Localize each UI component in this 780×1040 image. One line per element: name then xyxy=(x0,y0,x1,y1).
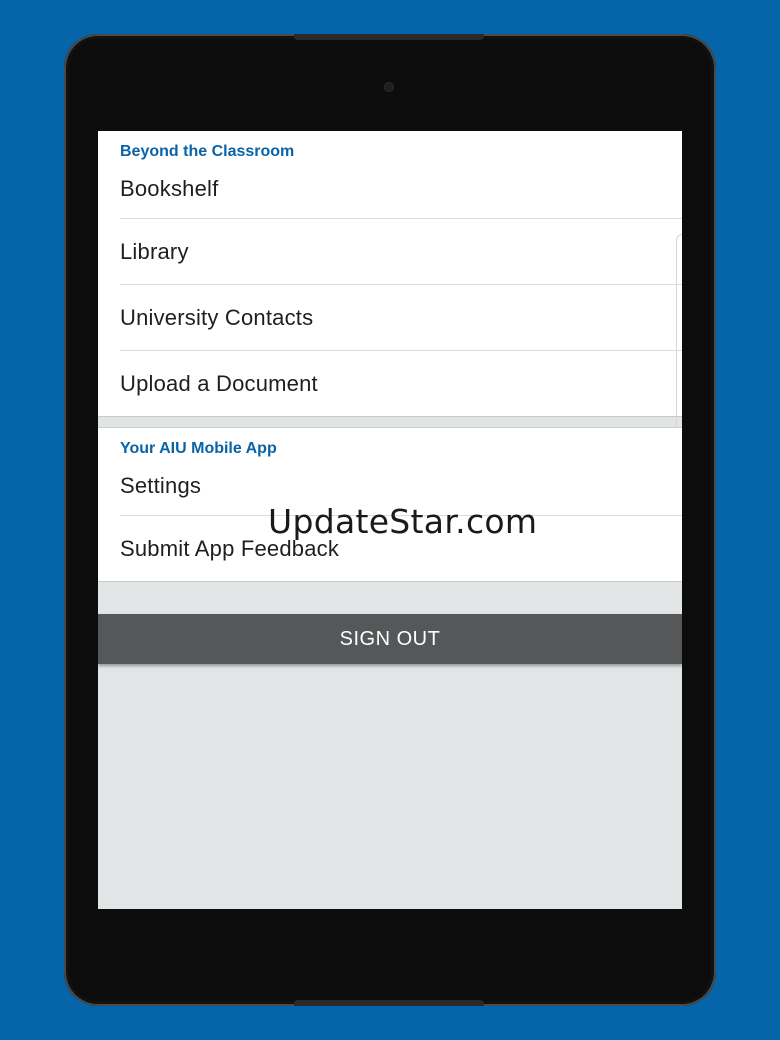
sign-out-button[interactable]: SIGN OUT xyxy=(98,614,682,664)
menu-item-library[interactable]: Library xyxy=(120,219,682,285)
scroll-indicator[interactable] xyxy=(676,234,682,430)
menu-item-upload-document[interactable]: Upload a Document xyxy=(120,351,682,416)
menu-item-university-contacts[interactable]: University Contacts xyxy=(120,285,682,351)
section-divider xyxy=(98,417,682,428)
tablet-top-edge xyxy=(294,34,484,40)
watermark-text: UpdateStar.com xyxy=(268,502,538,541)
menu-item-bookshelf[interactable]: Bookshelf xyxy=(120,159,682,219)
camera-icon xyxy=(385,83,393,91)
section-beyond-classroom: Beyond the Classroom Bookshelf Library U… xyxy=(98,131,682,430)
spacer xyxy=(98,582,682,614)
tablet-bottom-edge xyxy=(294,1000,484,1006)
